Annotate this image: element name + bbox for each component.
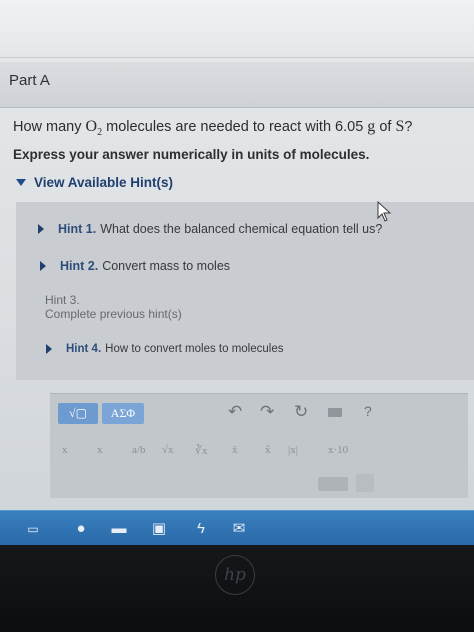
greek-symbols-button[interactable]: ΑΣΦ	[102, 403, 144, 424]
answer-instruction: Express your answer numerically in units…	[13, 147, 370, 162]
abs-value-button[interactable]: |x|	[288, 444, 298, 456]
reset-icon[interactable]: ↻	[294, 402, 308, 422]
question-text: How many O2 molecules are needed to reac…	[13, 118, 413, 139]
part-header	[0, 62, 474, 108]
fraction-button[interactable]: a/b	[132, 444, 145, 456]
caret-down-icon	[16, 179, 26, 186]
view-hints-toggle[interactable]: View Available Hint(s)	[16, 175, 173, 190]
part-title: Part A	[9, 72, 50, 89]
store-icon[interactable]: ▣	[148, 519, 170, 539]
caret-right-icon	[46, 344, 52, 354]
caret-right-icon	[38, 224, 44, 234]
hint-4[interactable]: Hint 4. How to convert moles to molecule…	[46, 343, 283, 355]
help-button[interactable]: ?	[364, 403, 372, 419]
browser-screen: Part A How many O2 molecules are needed …	[0, 0, 474, 545]
save-button[interactable]	[356, 474, 374, 492]
hint-1[interactable]: Hint 1. What does the balanced chemical …	[38, 222, 382, 236]
undo-icon[interactable]: ↶	[228, 402, 242, 422]
subscript-button[interactable]: x	[97, 444, 103, 456]
mouse-cursor-icon	[377, 201, 392, 222]
page-top-bar	[0, 0, 474, 58]
scientific-notation-button[interactable]: x·10	[328, 444, 348, 456]
mail-icon[interactable]: ✉	[228, 519, 250, 539]
overline-button[interactable]: x̄	[232, 444, 238, 456]
view-hints-label: View Available Hint(s)	[34, 175, 174, 190]
caret-right-icon	[40, 261, 46, 271]
superscript-button[interactable]: x	[62, 444, 68, 456]
sqrt-button[interactable]: √x	[162, 444, 174, 456]
browser-icon[interactable]: ●	[70, 519, 92, 539]
taskbar: ▭ ● ▬ ▣ ϟ ✉	[0, 510, 474, 545]
hint-3: Hint 3. Complete previous hint(s)	[45, 293, 182, 321]
keyboard-icon[interactable]	[328, 408, 342, 417]
app-icon[interactable]: ϟ	[190, 519, 212, 539]
file-explorer-icon[interactable]: ▬	[108, 519, 130, 539]
task-view-icon[interactable]: ▭	[22, 519, 44, 539]
templates-button[interactable]: √▢	[58, 403, 98, 424]
hint-2[interactable]: Hint 2. Convert mass to moles	[40, 259, 230, 273]
template-icon: √▢	[69, 406, 87, 420]
nth-root-button[interactable]: ∛x	[195, 444, 208, 457]
answer-toolbar: √▢ ΑΣΦ ↶ ↷ ↻ ? x x a/b √x ∛x x̄ x̂ |x| x…	[50, 393, 468, 498]
math-palette: x x a/b √x ∛x x̄ x̂ |x| x·10	[50, 444, 468, 464]
vector-button[interactable]: x̂	[265, 444, 271, 456]
redo-icon[interactable]: ↷	[260, 402, 274, 422]
hp-logo: hp	[215, 555, 255, 595]
submit-button[interactable]	[318, 477, 348, 491]
